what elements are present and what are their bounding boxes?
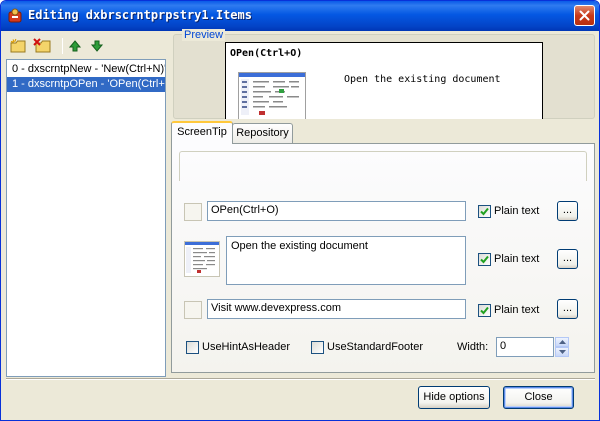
use-standard-footer-label: UseStandardFooter bbox=[327, 341, 423, 353]
items-list[interactable]: 0 - dxscrntpNew - 'New(Ctrl+N)' 1 - dxsc… bbox=[6, 59, 166, 377]
close-icon bbox=[579, 10, 590, 21]
add-item-button[interactable] bbox=[9, 37, 29, 55]
footer-text-input[interactable]: Visit www.devexpress.com bbox=[207, 299, 466, 319]
preview-header-text: OPen(Ctrl+O) bbox=[230, 48, 303, 59]
add-item-icon bbox=[10, 38, 26, 53]
use-hint-as-header-label: UseHintAsHeader bbox=[202, 341, 291, 353]
preview-legend: Preview bbox=[182, 29, 226, 41]
header-plain-text-checkbox[interactable] bbox=[478, 205, 491, 218]
width-input[interactable]: 0 bbox=[496, 337, 554, 357]
toolbar-separator bbox=[62, 38, 63, 54]
description-text-input[interactable]: Open the existing document bbox=[226, 236, 466, 285]
checkmark-icon bbox=[480, 306, 489, 315]
title-bar[interactable]: Editing dxbrscrntprpstry1.Items bbox=[1, 1, 599, 31]
footer-image-box[interactable] bbox=[184, 301, 202, 319]
bottom-separator bbox=[6, 378, 595, 380]
window-close-button[interactable] bbox=[574, 5, 595, 26]
preview-description-text: Open the existing document bbox=[344, 74, 501, 85]
header-plain-text-label: Plain text bbox=[494, 205, 540, 217]
hide-options-button[interactable]: Hide options bbox=[418, 386, 490, 409]
editor-window: Editing dxbrscrntprpstry1.Items 0 - dxsc… bbox=[0, 0, 600, 421]
width-spin-up-button[interactable] bbox=[555, 337, 569, 347]
move-up-arrow-icon bbox=[68, 40, 82, 52]
description-image-box[interactable] bbox=[184, 241, 220, 277]
description-plain-text-label: Plain text bbox=[494, 253, 540, 265]
document-thumbnail-icon bbox=[239, 73, 305, 115]
description-edit-button[interactable]: ... bbox=[557, 249, 578, 269]
checkmark-icon bbox=[480, 255, 489, 264]
move-down-arrow-icon bbox=[90, 40, 104, 52]
header-text-input[interactable]: OPen(Ctrl+O) bbox=[207, 201, 466, 221]
tab-repository[interactable]: Repository bbox=[232, 123, 293, 144]
footer-plain-text-label: Plain text bbox=[494, 304, 540, 316]
move-down-button[interactable] bbox=[87, 37, 107, 55]
width-label: Width: bbox=[457, 341, 489, 353]
delete-item-icon bbox=[33, 38, 51, 53]
preview-group: Preview OPen(Ctrl+O) Open the existing d… bbox=[173, 29, 595, 119]
document-thumbnail-icon bbox=[185, 242, 219, 273]
items-toolbar bbox=[5, 34, 166, 58]
tab-screentip[interactable]: ScreenTip bbox=[171, 121, 233, 144]
use-hint-as-header-checkbox[interactable] bbox=[186, 341, 199, 354]
delete-item-button[interactable] bbox=[32, 37, 52, 55]
use-standard-footer-checkbox[interactable] bbox=[311, 341, 324, 354]
app-icon bbox=[8, 8, 22, 23]
close-button[interactable]: Close bbox=[503, 386, 574, 409]
header-image-box[interactable] bbox=[184, 203, 202, 221]
checkmark-icon bbox=[480, 207, 489, 216]
preview-screentip: OPen(Ctrl+O) Open the existing document bbox=[225, 42, 543, 119]
description-plain-text-checkbox[interactable] bbox=[478, 253, 491, 266]
arrow-down-icon bbox=[558, 350, 566, 354]
header-edit-button[interactable]: ... bbox=[557, 201, 578, 221]
width-spinner[interactable] bbox=[555, 337, 569, 357]
move-up-button[interactable] bbox=[65, 37, 85, 55]
list-item[interactable]: 0 - dxscrntpNew - 'New(Ctrl+N)' bbox=[7, 62, 165, 77]
footer-edit-button[interactable]: ... bbox=[557, 299, 578, 319]
screentip-group-frame bbox=[179, 151, 587, 181]
preview-image bbox=[238, 72, 306, 119]
footer-plain-text-checkbox[interactable] bbox=[478, 304, 491, 317]
window-title: Editing dxbrscrntprpstry1.Items bbox=[28, 8, 252, 22]
width-spin-down-button[interactable] bbox=[555, 347, 569, 357]
list-item-selected[interactable]: 1 - dxscrntpOPen - 'OPen(Ctrl+O)' bbox=[7, 77, 165, 92]
arrow-up-icon bbox=[558, 340, 566, 344]
